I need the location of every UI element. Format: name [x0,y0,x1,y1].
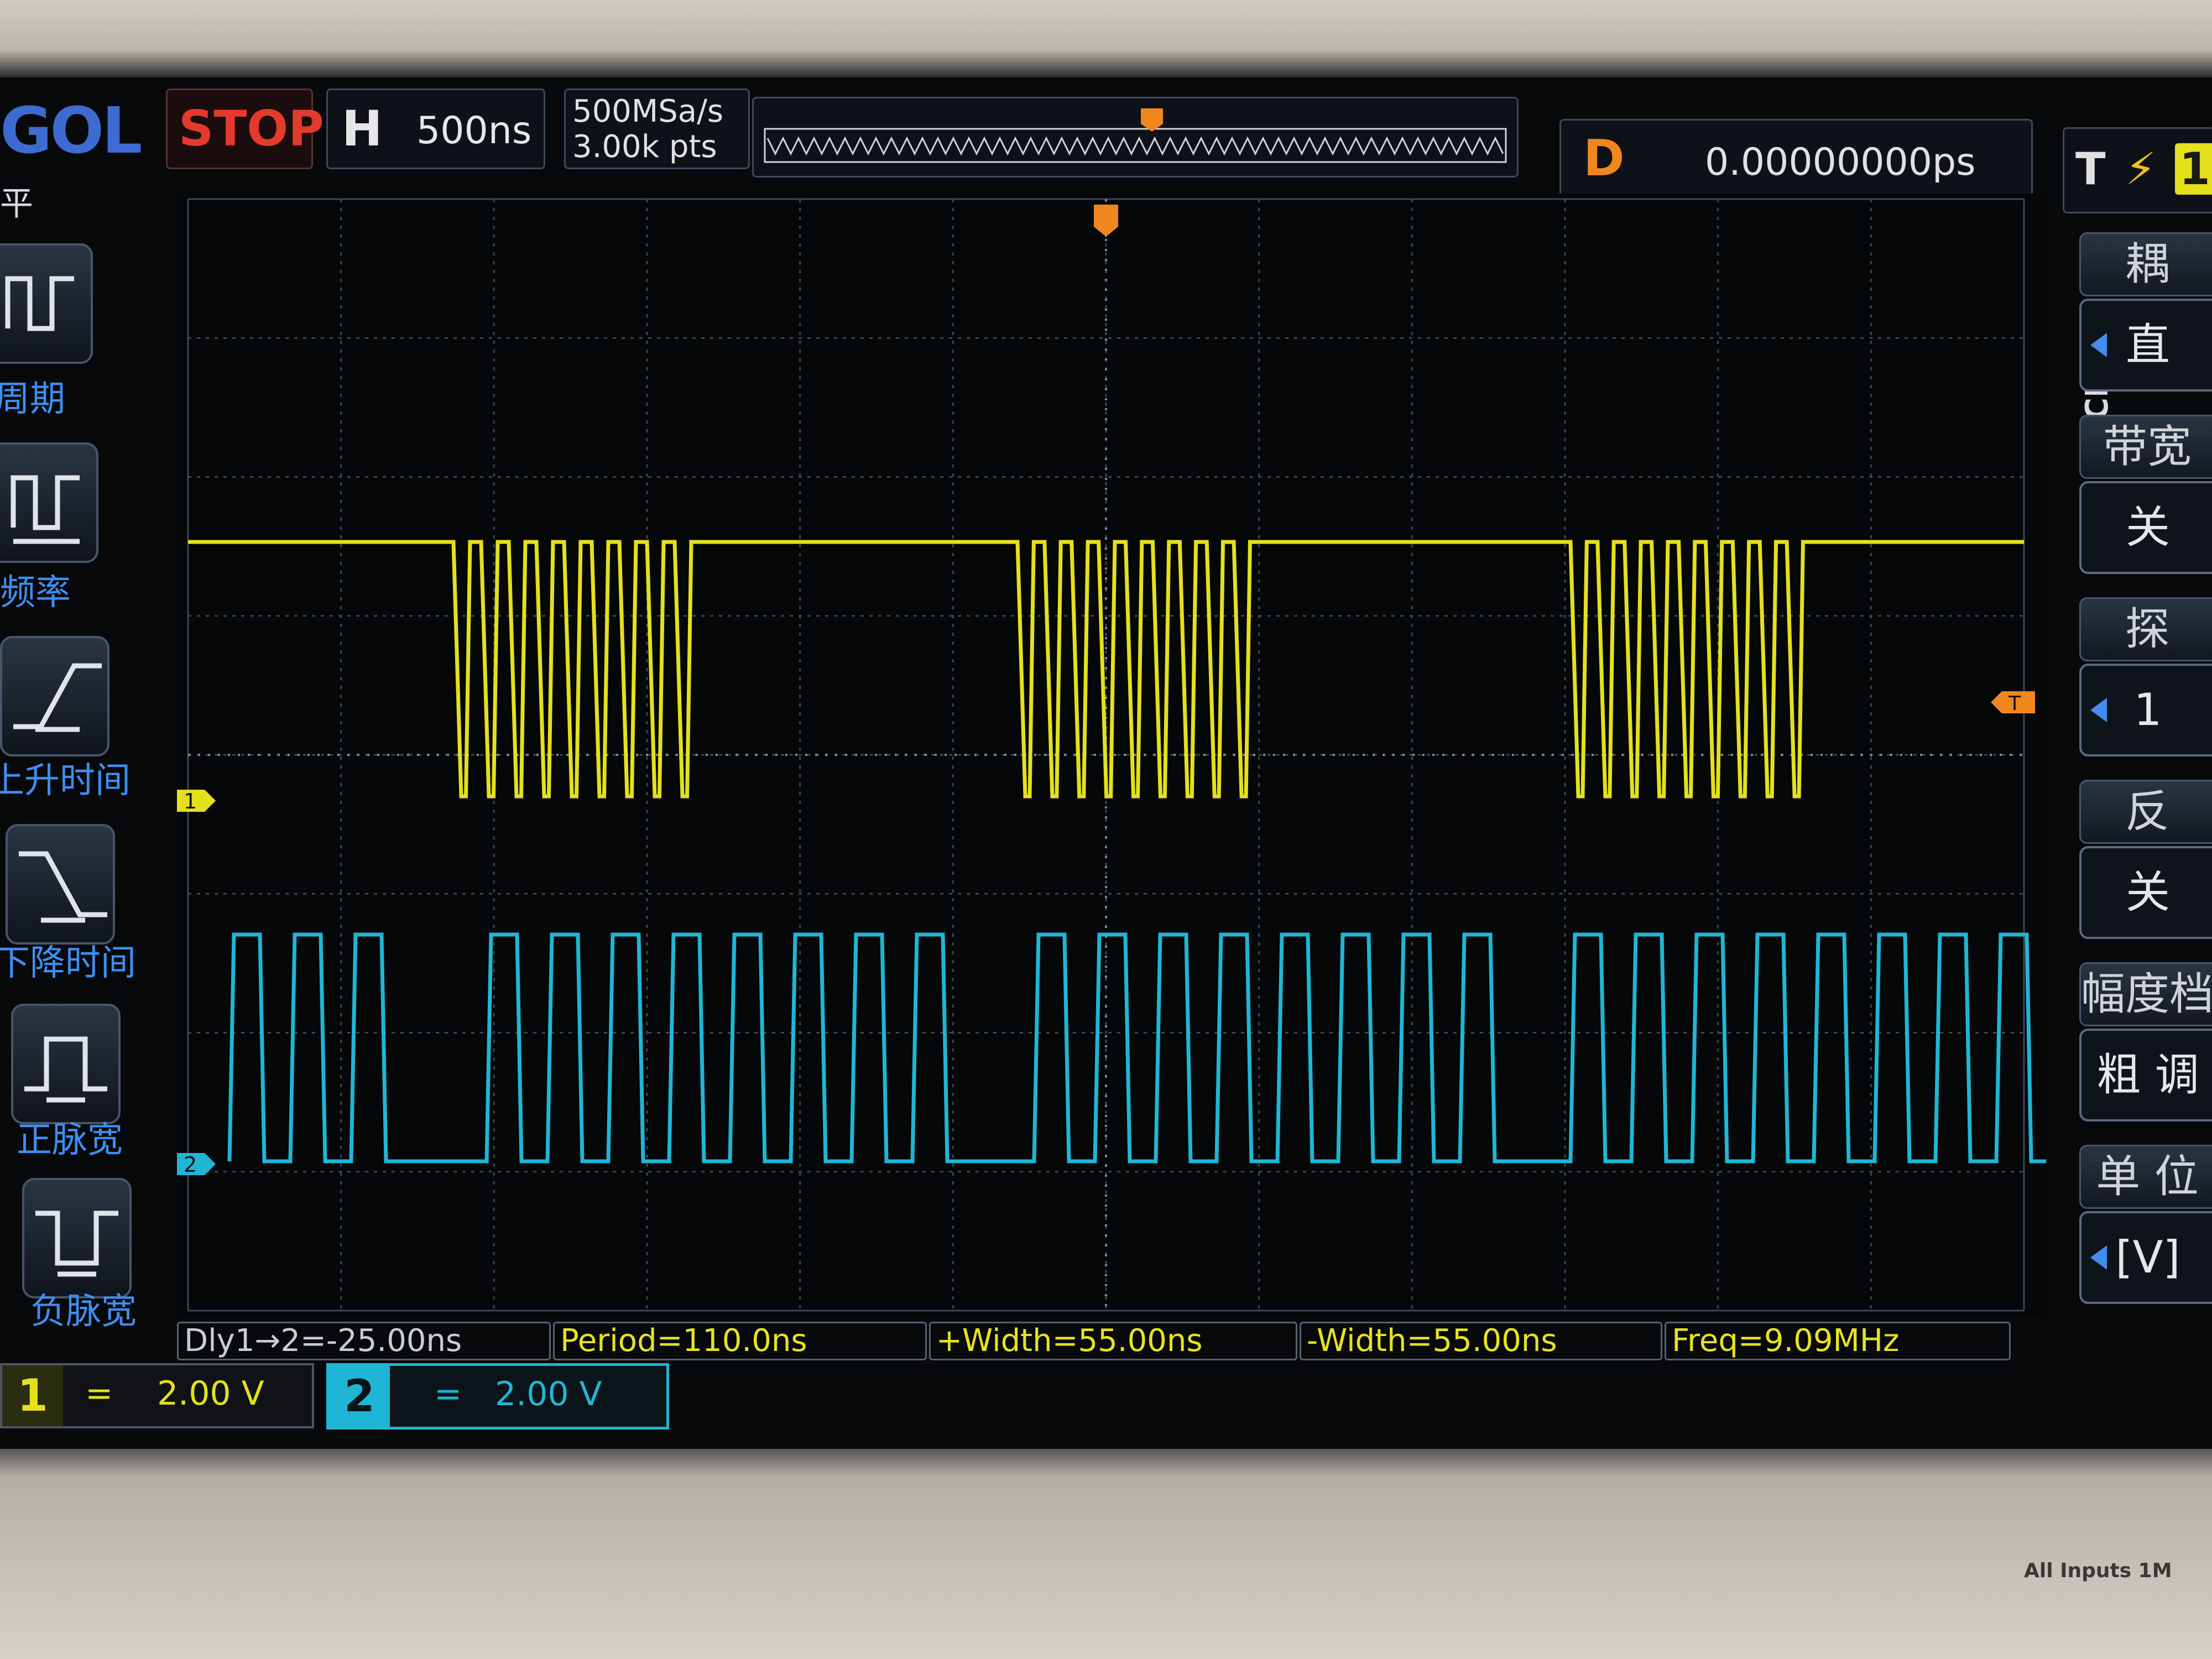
rising-edge-icon: ⚡ [2125,143,2157,195]
channel-2-marker: 2 [177,1152,216,1177]
trigger-label: T [2075,143,2106,195]
menu-arrow-icon [2090,698,2107,722]
period-label: 周期 [0,379,65,420]
memory-depth: 3.00k pts [572,129,717,165]
channel-bar: 1 = 2.00 V 2 = 2.00 V [0,1363,680,1430]
measure-menu: 平 周期 频率 上升时间 下降时间 正脉宽 负脉宽 [0,177,166,1332]
fall-time-label: 下降时间 [0,943,136,984]
channel-1-scale: 2.00 V [157,1374,264,1413]
negative-width-label: 负脉宽 [30,1291,137,1332]
measurement-negative-width: -Width=55.00ns [1300,1322,1662,1360]
period-button[interactable] [0,243,93,364]
run-state: STOP [179,100,324,157]
coupling-value-button[interactable]: 直 [2079,299,2212,392]
rise-time-button[interactable] [0,636,109,757]
trigger-position-icon [1094,205,1118,237]
measurement-bar: Dly1→2=-25.00ns Period=110.0ns +Width=55… [177,1322,2013,1360]
unit-header: 单 位 [2079,1145,2212,1209]
channel-2-scale: 2.00 V [495,1375,602,1413]
brand-logo: GOL [0,94,142,168]
negative-width-button[interactable] [22,1178,132,1298]
measurement-period: Period=110.0ns [553,1322,927,1360]
channel-1-coupling: = [85,1374,113,1413]
probe-value-button[interactable]: 1 [2079,664,2212,757]
trigger-level-marker-label: T [2008,692,2021,715]
bandwidth-value-button[interactable]: 关 [2079,481,2212,574]
rise-time-icon [13,663,102,732]
trigger-status[interactable]: T ⚡ 1 [2063,127,2212,213]
timebase-value: 500ns [416,109,532,153]
memory-overview[interactable] [752,97,1519,178]
volts-scale-value-button[interactable]: 粗 调 [2079,1029,2212,1121]
sample-rate: 500MSa/s [572,93,724,129]
channel-2-box[interactable]: 2 = 2.00 V [326,1363,669,1430]
graticule: 1 2 T [177,198,2046,1312]
measurement-positive-width: +Width=55.00ns [929,1322,1297,1360]
channel-2-coupling: = [434,1375,462,1413]
channel-2-trace [227,932,2046,1164]
frequency-label: 频率 [0,572,71,613]
period-icon [5,276,74,331]
menu-arrow-icon [2090,1245,2107,1270]
menu-header: 平 [0,185,33,223]
positive-width-icon [24,1036,107,1103]
probe-header: 探 [2079,597,2212,661]
memory-overview-wave [764,108,1507,163]
delay-value: 0.00000000ps [1705,140,1976,184]
input-rating-label: All Inputs 1M [2024,1559,2172,1582]
invert-header: 反 [2079,780,2212,844]
channel-1-number: 1 [2,1365,63,1426]
waveform-display[interactable]: 1 2 T [177,194,2046,1316]
run-stop-indicator[interactable]: STOP [166,88,324,169]
bandwidth-header: 带宽 [2079,415,2212,479]
fall-time-icon [19,851,107,923]
negative-width-icon [35,1211,118,1277]
invert-value-button[interactable]: 关 [2079,846,2212,939]
channel-1-marker-label: 1 [184,789,197,813]
sample-info: 500MSa/s 3.00k pts [564,88,750,169]
rise-time-label: 上升时间 [0,760,131,801]
channel-1-box[interactable]: 1 = 2.00 V [0,1363,314,1428]
measurement-delay: Dly1→2=-25.00ns [177,1322,551,1360]
menu-arrow-icon [2090,333,2107,357]
trigger-source: 1 [2175,143,2212,195]
channel-1-marker: 1 [177,789,216,813]
unit-value-button[interactable]: [V] [2079,1211,2212,1304]
frequency-icon [11,475,80,544]
frequency-button[interactable] [0,442,98,563]
horizontal-delay[interactable]: D 0.00000000ps [1559,119,2033,205]
coupling-header: 耦 [2079,232,2212,296]
delay-label: D [1583,129,1625,187]
measurement-frequency: Freq=9.09MHz [1665,1322,2011,1360]
timebase-label: H [342,100,383,157]
volts-scale-header: 幅度档 [2079,962,2212,1026]
positive-width-label: 正脉宽 [17,1120,123,1161]
positive-width-button[interactable] [11,1004,121,1124]
trigger-level-marker: T [1991,691,2035,715]
fall-time-button[interactable] [6,824,115,945]
horizontal-timebase[interactable]: H 500ns [326,88,545,169]
channel-2-number: 2 [329,1366,390,1427]
channel-menu: 耦 直 带宽 关 探 1 反 关 幅度档 粗 调 单 位 [V] [2057,232,2212,1338]
channel-2-marker-label: 2 [184,1152,197,1177]
